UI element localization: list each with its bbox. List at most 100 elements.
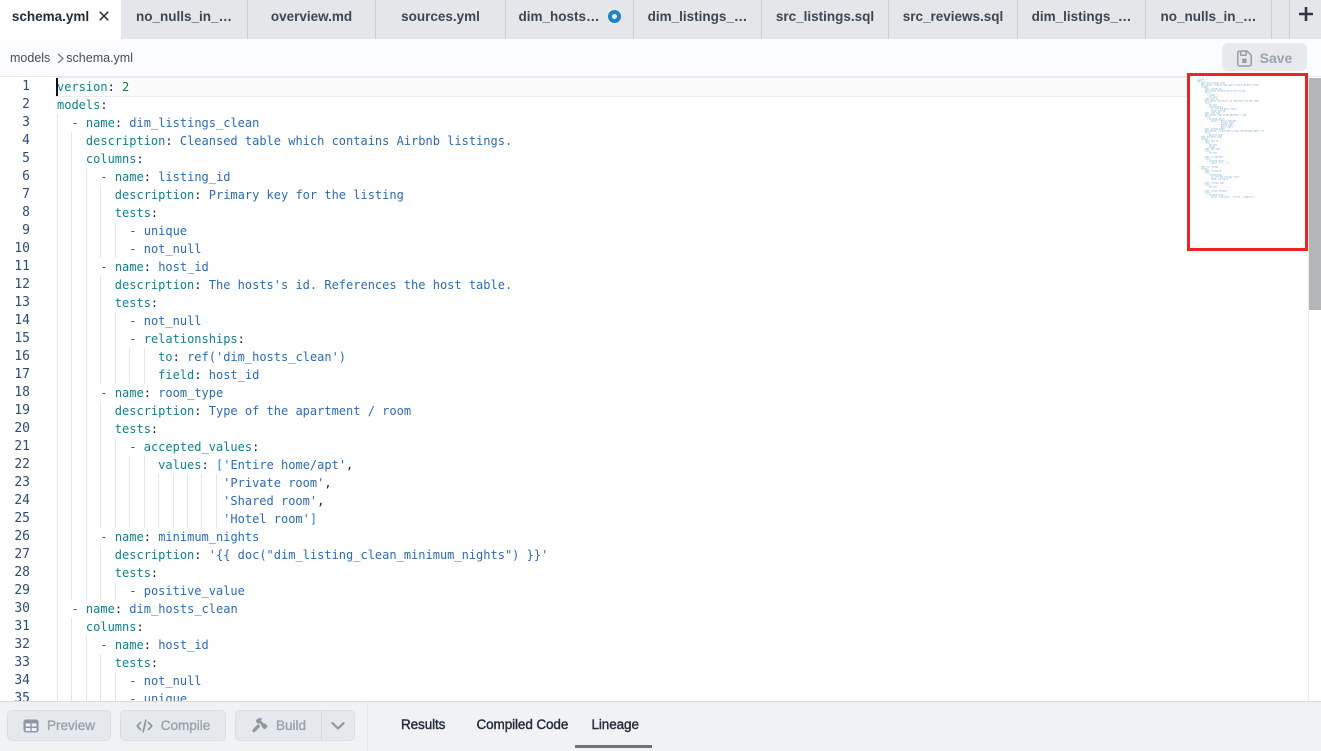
code-line: 'Hotel room'] xyxy=(57,510,548,528)
code-line: - unique xyxy=(57,690,548,701)
code-line: field: host_id xyxy=(57,366,548,384)
tab-overview.md[interactable]: overview.md xyxy=(248,0,376,39)
line-number: 25 xyxy=(0,510,30,528)
code-line: tests: xyxy=(57,204,548,222)
bottom-tab-results[interactable]: Results xyxy=(401,703,445,745)
code-line: 'Private room', xyxy=(57,474,548,492)
code-line: - name: minimum_nights xyxy=(57,528,548,546)
code-line: description: Cleansed table which contai… xyxy=(57,132,548,150)
close-tab-icon[interactable] xyxy=(99,11,109,21)
breadcrumb-bar: models schema.yml Save xyxy=(0,39,1321,77)
line-number: 18 xyxy=(0,384,30,402)
save-icon xyxy=(1237,50,1252,67)
line-number: 10 xyxy=(0,240,30,258)
line-number: 15 xyxy=(0,330,30,348)
tab-dim-hosts-[interactable]: dim_hosts… xyxy=(506,0,634,39)
tab-no-nulls-in-[interactable]: no_nulls_in_… xyxy=(1146,0,1272,39)
tab-label: dim_hosts… xyxy=(518,9,599,24)
tab-src-listings.sql[interactable]: src_listings.sql xyxy=(762,0,889,39)
line-number: 7 xyxy=(0,186,30,204)
breadcrumb-item-models[interactable]: models xyxy=(10,51,50,65)
line-number: 2 xyxy=(0,96,30,114)
modified-dot-icon xyxy=(608,10,621,23)
line-number: 30 xyxy=(0,600,30,618)
code-line: - name: dim_listings_clean xyxy=(57,114,548,132)
tab-label: sources.yml xyxy=(401,9,480,24)
line-number: 3 xyxy=(0,114,30,132)
tab-no-nulls-in-[interactable]: no_nulls_in_… xyxy=(121,0,248,39)
tab-label: overview.md xyxy=(271,9,352,24)
code-line: description: Primary key for the listing xyxy=(57,186,548,204)
code-line: 'Shared room', xyxy=(57,492,548,510)
line-number: 33 xyxy=(0,654,30,672)
code-line: - name: host_id xyxy=(57,258,548,276)
code-line: version: 2 xyxy=(57,78,548,96)
code-line: - accepted_values: xyxy=(57,438,548,456)
tab-sources.yml[interactable]: sources.yml xyxy=(376,0,506,39)
code-line: tests: xyxy=(57,294,548,312)
code-line: values: ['Entire home/apt', xyxy=(57,456,548,474)
line-number: 14 xyxy=(0,312,30,330)
bottom-tab-compiled-code[interactable]: Compiled Code xyxy=(477,703,569,745)
line-number: 21 xyxy=(0,438,30,456)
scrollbar-thumb[interactable] xyxy=(1309,78,1321,310)
code-line: - name: listing_id xyxy=(57,168,548,186)
code-line: - positive_value xyxy=(57,582,548,600)
line-number: 20 xyxy=(0,420,30,438)
line-number: 1 xyxy=(0,78,30,96)
line-number: 22 xyxy=(0,456,30,474)
code-line: tests: xyxy=(57,420,548,438)
breadcrumb: models schema.yml xyxy=(10,39,133,77)
line-number: 34 xyxy=(0,672,30,690)
tab-label: dim_listings_… xyxy=(1032,9,1132,24)
code-line: - relationships: xyxy=(57,330,548,348)
code-line: description: The hosts's id. References … xyxy=(57,276,548,294)
code-line: description: Type of the apartment / roo… xyxy=(57,402,548,420)
line-number: 12 xyxy=(0,276,30,294)
dbt-ide-window: schema.yml no_nulls_in_… overview.md source… xyxy=(0,0,1321,751)
line-number: 23 xyxy=(0,474,30,492)
code-line: - not_null xyxy=(57,312,548,330)
line-number: 29 xyxy=(0,582,30,600)
breadcrumb-chevron-icon xyxy=(57,53,64,64)
new-tab-button[interactable] xyxy=(1290,0,1321,39)
editor-tab-bar: schema.yml no_nulls_in_… overview.md source… xyxy=(0,0,1321,39)
bottom-tab-lineage[interactable]: Lineage xyxy=(592,703,639,745)
code-line: description: '{{ doc("dim_listing_clean_… xyxy=(57,546,548,564)
line-number: 28 xyxy=(0,564,30,582)
tab-dim-listings-[interactable]: dim_listings_… xyxy=(1018,0,1146,39)
line-number: 8 xyxy=(0,204,30,222)
code-line: columns: xyxy=(57,618,548,636)
line-number: 26 xyxy=(0,528,30,546)
line-number: 4 xyxy=(0,132,30,150)
tab-label: dim_listings_… xyxy=(648,9,748,24)
line-number: 11 xyxy=(0,258,30,276)
bottom-action-bar: Preview Compile Build xyxy=(0,701,1321,751)
code-editor[interactable]: 1234567891011121314151617181920212223242… xyxy=(0,77,1321,701)
code-line: - unique xyxy=(57,222,548,240)
code-line: models: xyxy=(57,96,548,114)
code-line: columns: xyxy=(57,150,548,168)
code-line: - name: host_id xyxy=(57,636,548,654)
line-number: 24 xyxy=(0,492,30,510)
line-number: 6 xyxy=(0,168,30,186)
code-line: - not_null xyxy=(57,240,548,258)
tab-src-reviews.sql[interactable]: src_reviews.sql xyxy=(889,0,1018,39)
tab-schema.yml[interactable]: schema.yml xyxy=(0,0,121,39)
code-line: tests: xyxy=(57,564,548,582)
line-number: 5 xyxy=(0,150,30,168)
code-line: tests: xyxy=(57,654,548,672)
save-button[interactable]: Save xyxy=(1222,43,1307,71)
tab-dim-listings-[interactable]: dim_listings_… xyxy=(634,0,762,39)
line-number: 16 xyxy=(0,348,30,366)
tab-label: no_nulls_in_… xyxy=(1160,9,1256,24)
minimap-viewport-box[interactable]: version: 2models: - name: dim_listings_c… xyxy=(1187,73,1308,251)
line-number: 9 xyxy=(0,222,30,240)
line-number: 13 xyxy=(0,294,30,312)
active-bottom-tab-underline xyxy=(575,745,653,748)
new-tab-icon[interactable] xyxy=(1299,7,1313,21)
bottom-tabs: Results Compiled Code Lineage xyxy=(0,703,1321,745)
breadcrumb-item-schema.yml[interactable]: schema.yml xyxy=(66,51,133,65)
tab-label: no_nulls_in_… xyxy=(136,9,232,24)
code-line: - name: room_type xyxy=(57,384,548,402)
